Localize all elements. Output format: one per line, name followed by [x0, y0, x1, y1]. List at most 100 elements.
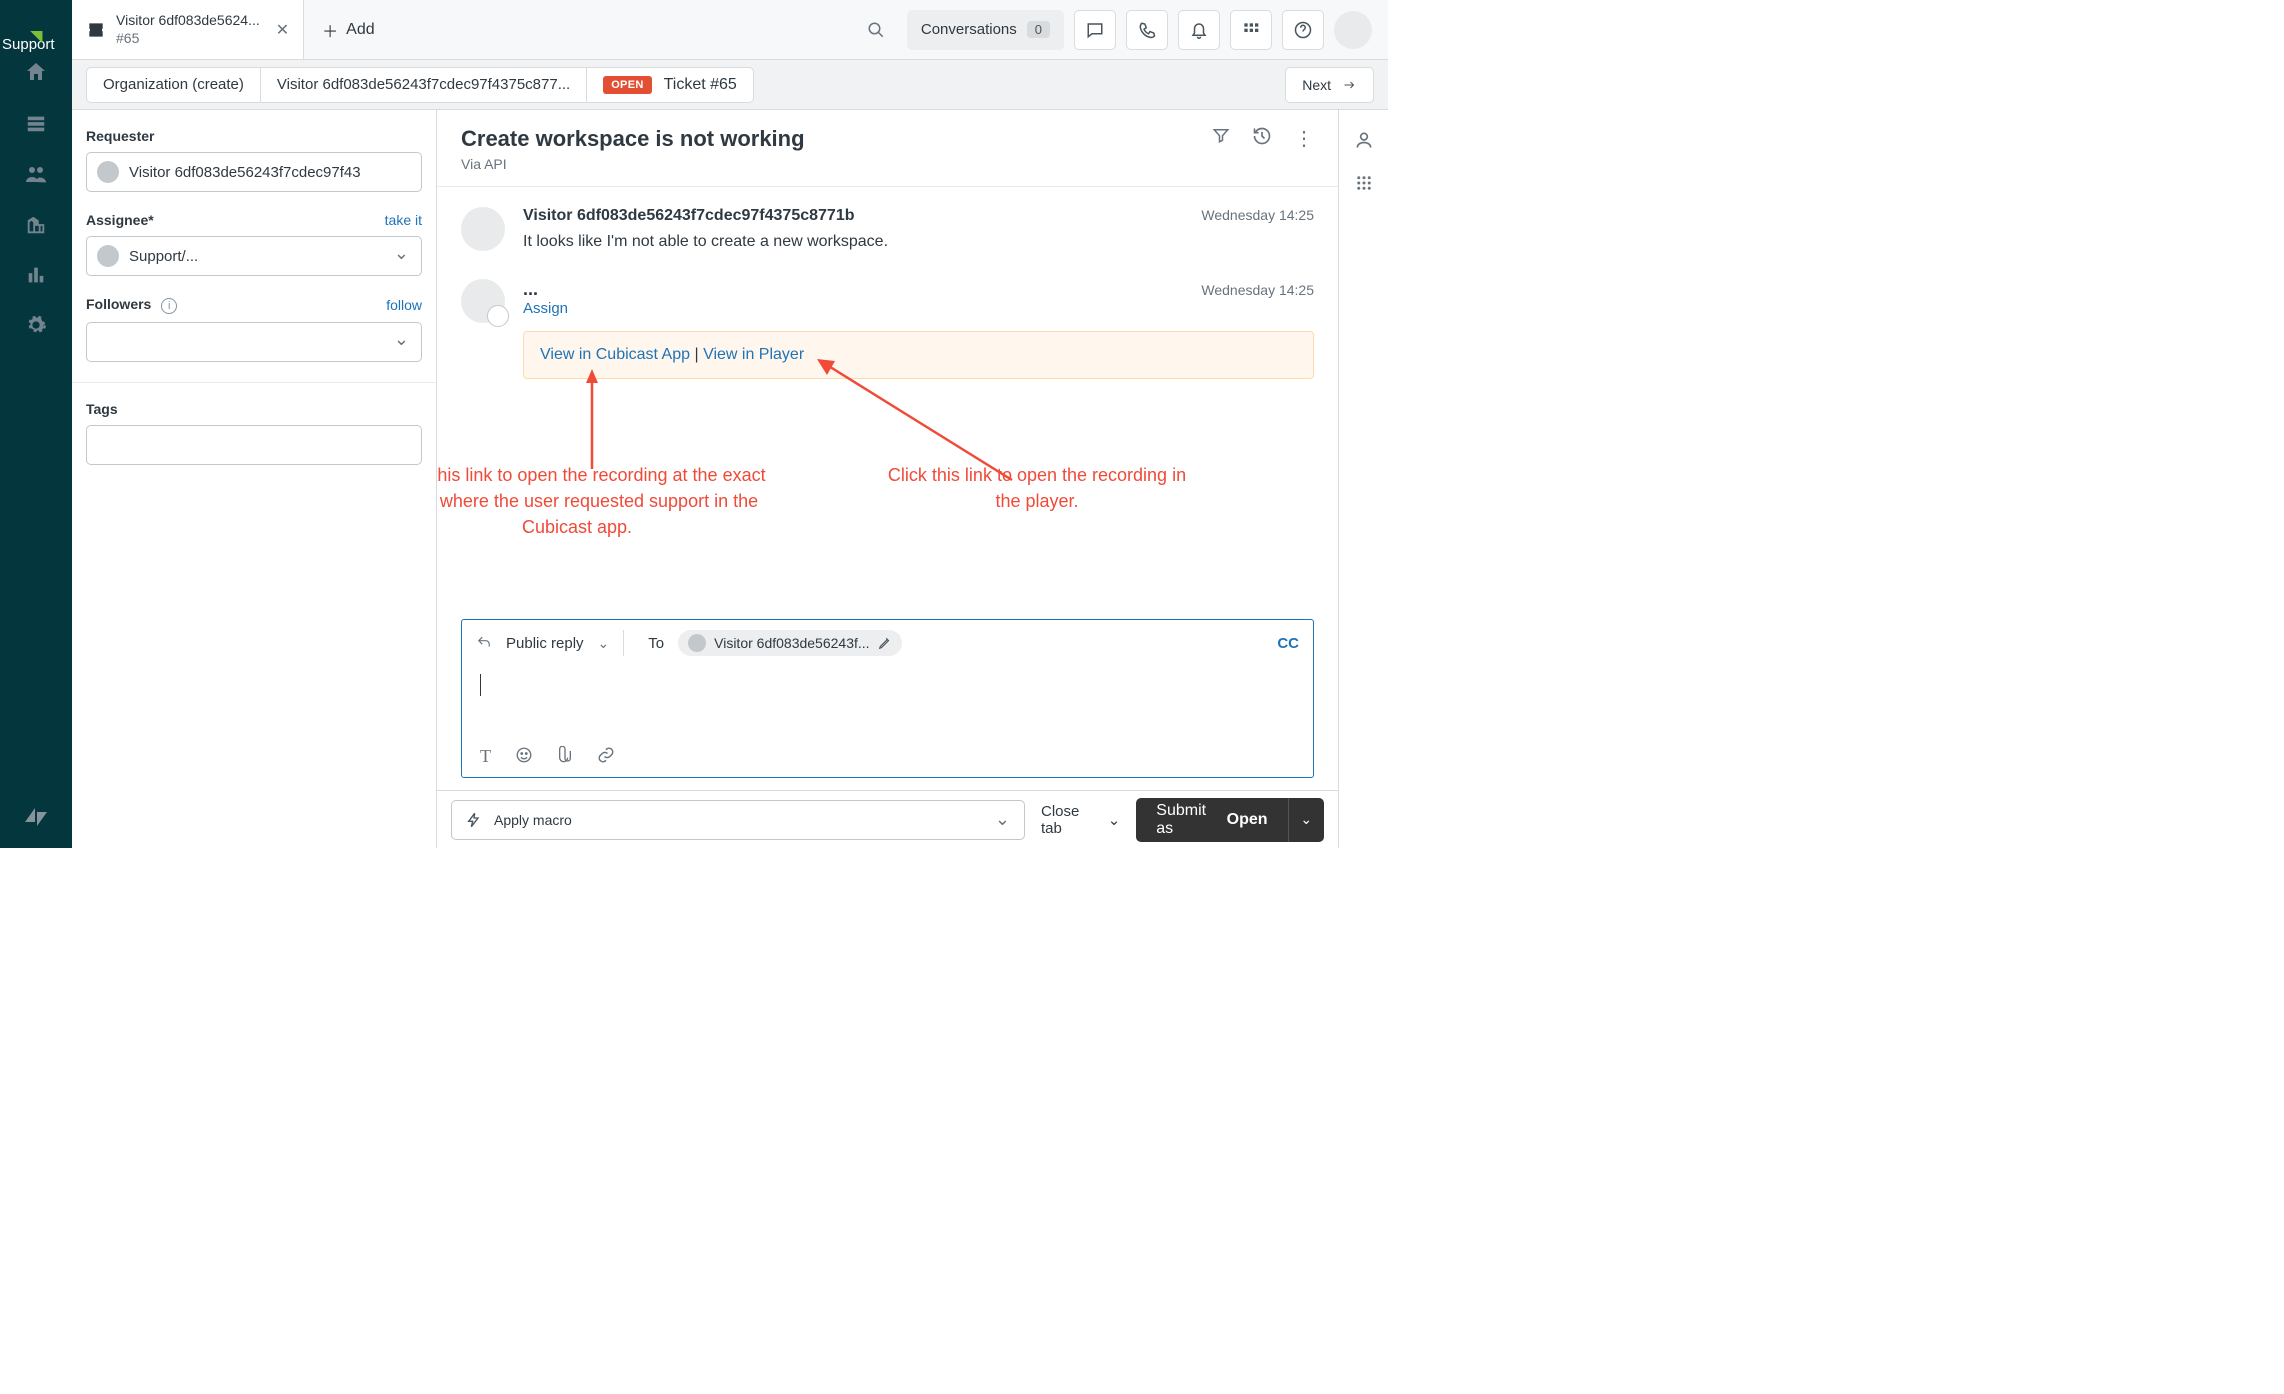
breadcrumb-row: Organization (create) Visitor 6df083de56…: [72, 60, 1388, 110]
ticket-number: Ticket #65: [664, 76, 737, 94]
view-cubicast-app-link[interactable]: View in Cubicast App: [540, 346, 690, 363]
emoji-icon[interactable]: [515, 746, 533, 767]
link-icon[interactable]: [597, 746, 615, 767]
annotation-text-left: Click this link to open the recording at…: [437, 462, 787, 540]
recipient-name: Visitor 6df083de56243f...: [714, 635, 869, 651]
reply-mode[interactable]: Public reply: [506, 635, 584, 652]
home-icon[interactable]: [24, 60, 48, 84]
attachment-icon[interactable]: [557, 746, 573, 767]
close-tab-label: Close tab: [1041, 803, 1102, 837]
notifications-icon-button[interactable]: [1178, 10, 1220, 50]
add-tab-label: Add: [346, 21, 374, 39]
divider: [72, 382, 436, 383]
search-button[interactable]: [855, 21, 897, 39]
conversations-label: Conversations: [921, 21, 1017, 38]
recipient-pill[interactable]: Visitor 6df083de56243f...: [678, 630, 901, 656]
submit-status: Open: [1227, 811, 1268, 829]
close-tab-button[interactable]: Close tab ⌄: [1041, 803, 1120, 837]
breadcrumb-visitor[interactable]: Visitor 6df083de56243f7cdec97f4375c877..…: [260, 67, 586, 103]
take-it-link[interactable]: take it: [385, 212, 422, 228]
reporting-icon[interactable]: [25, 264, 47, 286]
avatar-icon: [97, 161, 119, 183]
assignee-label: Assignee*: [86, 212, 154, 228]
ticket-icon: [86, 20, 106, 40]
status-badge: OPEN: [603, 76, 651, 94]
followers-label: Followers: [86, 296, 151, 312]
message-body: It looks like I'm not able to create a n…: [523, 233, 1314, 251]
breadcrumb-org[interactable]: Organization (create): [86, 67, 260, 103]
close-tab-icon[interactable]: ✕: [276, 20, 289, 40]
conversations-button[interactable]: Conversations 0: [907, 10, 1064, 50]
assignee-select[interactable]: Support/...: [86, 236, 422, 276]
product-rail: Support: [0, 0, 72, 848]
divider: [623, 630, 624, 656]
profile-avatar[interactable]: [1334, 11, 1372, 49]
apps-grid-icon[interactable]: [1355, 174, 1373, 192]
annotation-text-right: Click this link to open the recording in…: [887, 462, 1187, 514]
avatar-icon: [97, 245, 119, 267]
ticket-properties-sidebar: Requester Visitor 6df083de56243f7cdec97f…: [72, 110, 437, 848]
tags-field[interactable]: [86, 425, 422, 465]
reply-textarea[interactable]: [462, 666, 1313, 736]
assignee-value: Support/...: [129, 248, 198, 265]
message: ... Wednesday 14:25 Assign View in Cubic…: [461, 279, 1314, 379]
help-icon-button[interactable]: [1282, 10, 1324, 50]
requester-field[interactable]: Visitor 6df083de56243f7cdec97f43: [86, 152, 422, 192]
customers-icon[interactable]: [24, 162, 48, 186]
views-icon[interactable]: [25, 112, 47, 134]
phone-icon-button[interactable]: [1126, 10, 1168, 50]
breadcrumb-ticket[interactable]: OPEN Ticket #65: [586, 67, 754, 103]
zendesk-logo-icon: [23, 804, 49, 830]
admin-icon[interactable]: [25, 314, 47, 336]
internal-note: View in Cubicast App | View in Player: [523, 331, 1314, 379]
message-time: Wednesday 14:25: [1201, 282, 1314, 298]
user-icon[interactable]: [1354, 130, 1374, 150]
add-tab-button[interactable]: ＋ Add: [304, 0, 392, 59]
requester-label: Requester: [86, 128, 154, 144]
conversations-count: 0: [1027, 21, 1050, 38]
reply-icon: [476, 636, 492, 650]
more-icon[interactable]: ⋮: [1294, 126, 1314, 151]
apply-macro-button[interactable]: Apply macro: [451, 800, 1025, 840]
plus-icon: ＋: [322, 18, 338, 42]
reply-editor: Public reply ⌄ To Visitor 6df083de56243f…: [461, 619, 1314, 778]
followers-select[interactable]: [86, 322, 422, 362]
history-icon[interactable]: [1252, 126, 1272, 151]
organizations-icon[interactable]: [25, 214, 47, 236]
cc-button[interactable]: CC: [1277, 635, 1299, 652]
requester-value: Visitor 6df083de56243f7cdec97f43: [129, 164, 361, 181]
annotation-arrow-left: [582, 369, 602, 469]
message-author-placeholder: ...: [523, 279, 538, 300]
avatar-icon: [688, 634, 706, 652]
context-panel-rail: [1338, 110, 1388, 848]
message-author: Visitor 6df083de56243f7cdec97f4375c8771b: [523, 207, 854, 225]
next-label: Next: [1302, 77, 1331, 93]
info-icon[interactable]: i: [161, 298, 177, 314]
pencil-icon: [878, 636, 892, 650]
text-format-icon[interactable]: T: [480, 746, 491, 767]
to-label: To: [648, 635, 664, 652]
view-player-link[interactable]: View in Player: [703, 346, 804, 363]
chat-icon-button[interactable]: [1074, 10, 1116, 50]
message: Visitor 6df083de56243f7cdec97f4375c8771b…: [461, 207, 1314, 251]
submit-button[interactable]: Submit as Open: [1136, 798, 1287, 842]
avatar: [461, 279, 505, 323]
follow-link[interactable]: follow: [386, 297, 422, 313]
apps-icon-button[interactable]: [1230, 10, 1272, 50]
footer-bar: Apply macro Close tab ⌄ Submit as Open ⌄: [437, 790, 1338, 848]
ticket-tab[interactable]: Visitor 6df083de5624... #65 ✕: [72, 0, 304, 59]
next-button[interactable]: Next: [1285, 67, 1374, 103]
assign-link[interactable]: Assign: [523, 300, 1314, 317]
ticket-source: Via API: [461, 156, 805, 172]
tags-label: Tags: [86, 401, 118, 417]
avatar: [461, 207, 505, 251]
bolt-icon: [466, 812, 482, 828]
chevron-down-icon: ⌄: [1108, 811, 1121, 829]
conversation-panel: Create workspace is not working Via API …: [437, 110, 1338, 848]
submit-dropdown-button[interactable]: ⌄: [1288, 798, 1324, 842]
chevron-down-icon[interactable]: ⌄: [598, 635, 610, 652]
support-product-label: Support: [2, 14, 55, 53]
tab-title: Visitor 6df083de5624...: [116, 12, 260, 30]
ticket-title: Create workspace is not working: [461, 126, 805, 152]
filter-icon[interactable]: [1212, 126, 1230, 151]
